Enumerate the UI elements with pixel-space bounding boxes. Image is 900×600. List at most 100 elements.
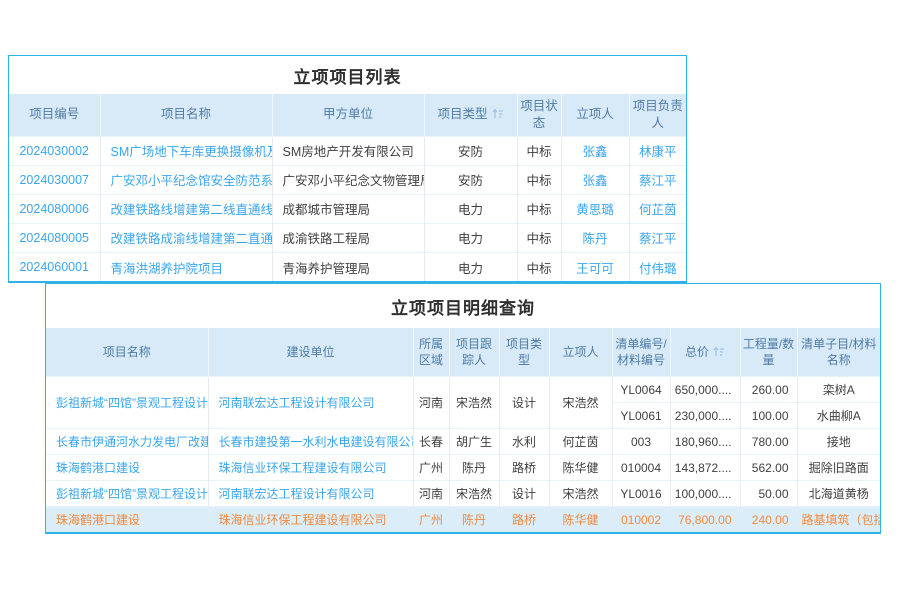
cell-tracker: 宋浩然 [449,377,499,429]
cell-project-name[interactable]: 广安邓小平纪念馆安全防范系统维护... [100,165,272,194]
cell-project-name[interactable]: 彭祖新城“四馆”景观工程设计项目 [46,481,208,507]
cell-item-name: 栾树A [797,377,880,403]
table-row[interactable]: 珠海鹤港口建设 珠海信业环保工程建设有限公司 广州 陈丹 路桥 陈华健 0100… [46,455,880,481]
cell-item-name: 路基填筑（包括... [797,507,880,533]
table-row[interactable]: 2024030007 广安邓小平纪念馆安全防范系统维护... 广安邓小平纪念文物… [9,165,686,194]
col-header-owner-unit: 甲方单位 [272,94,424,136]
col-header-project-name: 项目名称 [46,328,208,377]
cell-creator[interactable]: 黄思璐 [561,194,629,223]
cell-project-name[interactable]: 改建铁路成渝线增建第二直通线（成... [100,223,272,252]
cell-quantity: 562.00 [740,455,797,481]
cell-construction-unit[interactable]: 珠海信业环保工程建设有限公司 [208,507,413,533]
cell-owner-unit: 广安邓小平纪念文物管理局 [272,165,424,194]
sort-icon[interactable] [492,108,504,119]
cell-quantity: 100.00 [740,403,797,429]
sort-icon[interactable] [713,346,725,357]
project-detail-header-row: 项目名称 建设单位 所属区域 项目跟踪人 项目类型 立项人 清单编号/材料编号 … [46,328,880,377]
col-header-project-name: 项目名称 [100,94,272,136]
cell-project-name[interactable]: SM广场地下车库更换摄像机及硬盘项目 [100,136,272,165]
cell-manager[interactable]: 蔡江平 [629,223,686,252]
cell-project-type: 电力 [424,223,517,252]
cell-list-code: 003 [612,429,670,455]
col-header-project-type[interactable]: 项目类型 [424,94,517,136]
table-row[interactable]: 2024080006 改建铁路线增建第二线直通线（成都-... 成都城市管理局 … [9,194,686,223]
cell-quantity: 50.00 [740,481,797,507]
cell-project-type: 电力 [424,194,517,223]
cell-item-name: 水曲柳A [797,403,880,429]
cell-creator: 宋浩然 [549,481,612,507]
cell-creator[interactable]: 张鑫 [561,136,629,165]
cell-total-price: 76,800.00 [670,507,740,533]
col-header-total-price[interactable]: 总价 [670,328,740,377]
cell-project-status: 中标 [517,136,561,165]
table-row[interactable]: 2024080005 改建铁路成渝线增建第二直通线（成... 成渝铁路工程局 电… [9,223,686,252]
cell-project-name[interactable]: 彭祖新城“四馆”景观工程设计项目 [46,377,208,429]
project-list-table: 项目编号 项目名称 甲方单位 项目类型 项目状态 立项人 项目负责人 20240… [9,94,686,281]
cell-manager[interactable]: 付伟璐 [629,252,686,281]
cell-construction-unit[interactable]: 河南联宏达工程设计有限公司 [208,377,413,429]
cell-creator[interactable]: 王可可 [561,252,629,281]
cell-region: 河南 [413,481,449,507]
cell-construction-unit[interactable]: 河南联宏达工程设计有限公司 [208,481,413,507]
cell-tracker: 陈丹 [449,507,499,533]
cell-manager[interactable]: 蔡江平 [629,165,686,194]
cell-list-code: YL0061 [612,403,670,429]
cell-project-type: 水利 [499,429,549,455]
cell-project-id[interactable]: 2024060001 [9,252,100,281]
cell-item-name: 接地 [797,429,880,455]
cell-project-id[interactable]: 2024030007 [9,165,100,194]
cell-project-status: 中标 [517,223,561,252]
cell-list-code: YL0016 [612,481,670,507]
cell-creator: 何芷茵 [549,429,612,455]
project-list-title: 立项项目列表 [9,56,686,94]
cell-total-price: 230,000.... [670,403,740,429]
cell-project-name[interactable]: 珠海鹤港口建设 [46,455,208,481]
cell-region: 长春 [413,429,449,455]
cell-item-name: 掘除旧路面 [797,455,880,481]
cell-tracker: 胡广生 [449,429,499,455]
cell-project-id[interactable]: 2024030002 [9,136,100,165]
project-detail-table: 项目名称 建设单位 所属区域 项目跟踪人 项目类型 立项人 清单编号/材料编号 … [46,328,880,532]
cell-list-code: 010004 [612,455,670,481]
col-header-project-status: 项目状态 [517,94,561,136]
table-row-selected[interactable]: 珠海鹤港口建设 珠海信业环保工程建设有限公司 广州 陈丹 路桥 陈华健 0100… [46,507,880,533]
col-header-project-type: 项目类型 [499,328,549,377]
cell-project-id[interactable]: 2024080006 [9,194,100,223]
cell-project-name[interactable]: 长春市伊通河水力发电厂改建工程 [46,429,208,455]
cell-project-name[interactable]: 珠海鹤港口建设 [46,507,208,533]
cell-manager[interactable]: 林康平 [629,136,686,165]
cell-region: 广州 [413,507,449,533]
cell-project-type: 电力 [424,252,517,281]
col-header-creator: 立项人 [561,94,629,136]
cell-total-price: 180,960.... [670,429,740,455]
cell-owner-unit: 成渝铁路工程局 [272,223,424,252]
cell-project-name[interactable]: 改建铁路线增建第二线直通线（成都-... [100,194,272,223]
cell-creator: 陈华健 [549,455,612,481]
col-header-quantity: 工程量/数量 [740,328,797,377]
cell-creator: 陈华健 [549,507,612,533]
table-row[interactable]: 长春市伊通河水力发电厂改建工程 长春市建投第一水利水电建设有限公司 长春 胡广生… [46,429,880,455]
cell-project-type: 设计 [499,377,549,429]
table-row[interactable]: 彭祖新城“四馆”景观工程设计项目 河南联宏达工程设计有限公司 河南 宋浩然 设计… [46,481,880,507]
cell-manager[interactable]: 何芷茵 [629,194,686,223]
cell-construction-unit[interactable]: 珠海信业环保工程建设有限公司 [208,455,413,481]
cell-region: 广州 [413,455,449,481]
col-header-creator: 立项人 [549,328,612,377]
cell-creator[interactable]: 张鑫 [561,165,629,194]
cell-owner-unit: 青海养护管理局 [272,252,424,281]
table-row[interactable]: 2024030002 SM广场地下车库更换摄像机及硬盘项目 SM房地产开发有限公… [9,136,686,165]
cell-quantity: 260.00 [740,377,797,403]
cell-list-code: 010002 [612,507,670,533]
col-header-manager: 项目负责人 [629,94,686,136]
cell-item-name: 北海道黄杨 [797,481,880,507]
cell-project-name[interactable]: 青海洪湖养护院项目 [100,252,272,281]
project-list-panel: 立项项目列表 项目编号 项目名称 甲方单位 项目类型 项目状态 立项人 项目负责… [8,55,687,283]
cell-project-id[interactable]: 2024080005 [9,223,100,252]
cell-construction-unit[interactable]: 长春市建投第一水利水电建设有限公司 [208,429,413,455]
cell-project-status: 中标 [517,252,561,281]
cell-tracker: 宋浩然 [449,481,499,507]
cell-creator[interactable]: 陈丹 [561,223,629,252]
cell-project-type: 路桥 [499,455,549,481]
table-row[interactable]: 彭祖新城“四馆”景观工程设计项目 河南联宏达工程设计有限公司 河南 宋浩然 设计… [46,377,880,403]
table-row[interactable]: 2024060001 青海洪湖养护院项目 青海养护管理局 电力 中标 王可可 付… [9,252,686,281]
